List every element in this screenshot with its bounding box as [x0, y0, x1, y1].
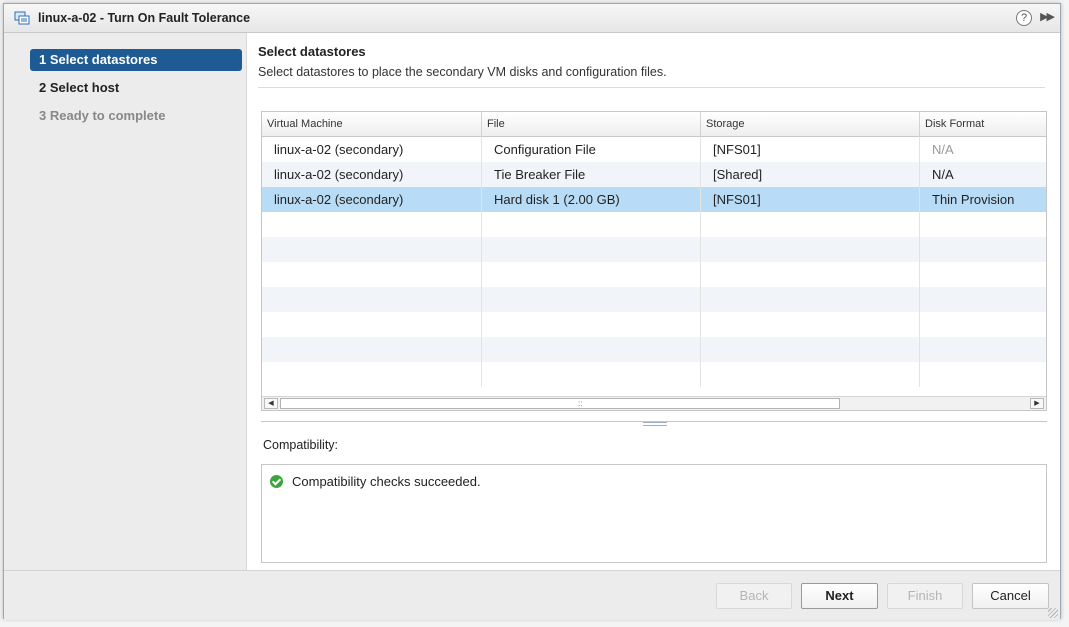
- horizontal-scrollbar[interactable]: ◀ :: ▶: [262, 396, 1046, 410]
- page-description: Select datastores to place the secondary…: [258, 65, 667, 79]
- cell-storage[interactable]: [Shared]: [701, 162, 920, 187]
- dialog-title: linux-a-02 - Turn On Fault Tolerance: [38, 11, 251, 25]
- cell-file: Configuration File: [482, 137, 701, 162]
- scrollbar-thumb[interactable]: ::: [280, 398, 840, 409]
- empty-row: [262, 287, 1046, 312]
- cell-disk-format[interactable]: Thin Provision: [920, 187, 1046, 212]
- cell-file: Hard disk 1 (2.00 GB): [482, 187, 701, 212]
- table-row[interactable]: linux-a-02 (secondary) Configuration Fil…: [262, 137, 1046, 162]
- header-divider: [258, 87, 1045, 88]
- fault-tolerance-dialog: linux-a-02 - Turn On Fault Tolerance ? ▶…: [3, 3, 1061, 620]
- expand-icon[interactable]: ▶▶: [1040, 10, 1055, 23]
- step-ready-to-complete: 3 Ready to complete: [39, 108, 166, 123]
- dialog-titlebar: linux-a-02 - Turn On Fault Tolerance ? ▶…: [4, 4, 1060, 33]
- pane-splitter[interactable]: [261, 421, 1047, 427]
- next-button[interactable]: Next: [801, 583, 878, 609]
- resize-grip-icon[interactable]: [1048, 608, 1058, 618]
- datastore-table: Virtual Machine File Storage Disk Format…: [261, 111, 1047, 411]
- cell-virtual-machine: linux-a-02 (secondary): [262, 162, 482, 187]
- page-title: Select datastores: [258, 44, 366, 59]
- scroll-left-icon[interactable]: ◀: [264, 398, 278, 409]
- compatibility-label: Compatibility:: [263, 438, 339, 452]
- wizard-steps-sidebar: 1 Select datastores 2 Select host 3 Read…: [4, 33, 247, 570]
- column-header-file[interactable]: File: [482, 112, 701, 137]
- table-row[interactable]: linux-a-02 (secondary) Tie Breaker File …: [262, 162, 1046, 187]
- column-header-storage[interactable]: Storage: [701, 112, 920, 137]
- help-icon[interactable]: ?: [1016, 10, 1032, 26]
- scroll-right-icon[interactable]: ▶: [1030, 398, 1044, 409]
- back-button[interactable]: Back: [716, 583, 792, 609]
- compatibility-panel: Compatibility checks succeeded.: [261, 464, 1047, 563]
- cell-disk-format: N/A: [932, 167, 954, 182]
- cell-storage[interactable]: [NFS01]: [701, 187, 920, 212]
- table-header: Virtual Machine File Storage Disk Format: [262, 112, 1046, 137]
- cell-virtual-machine: linux-a-02 (secondary): [262, 187, 482, 212]
- cancel-button[interactable]: Cancel: [972, 583, 1049, 609]
- vm-icon: [14, 11, 30, 25]
- cell-disk-format: N/A: [932, 142, 954, 157]
- empty-row: [262, 212, 1046, 237]
- column-header-virtual-machine[interactable]: Virtual Machine: [262, 112, 482, 137]
- empty-row: [262, 337, 1046, 362]
- splitter-handle[interactable]: [643, 422, 667, 426]
- step-select-host[interactable]: 2 Select host: [30, 77, 242, 99]
- cell-virtual-machine: linux-a-02 (secondary): [262, 137, 482, 162]
- step-select-datastores[interactable]: 1 Select datastores: [30, 49, 242, 71]
- table-row-selected[interactable]: linux-a-02 (secondary) Hard disk 1 (2.00…: [262, 187, 1046, 212]
- cell-file: Tie Breaker File: [482, 162, 701, 187]
- check-success-icon: [270, 475, 283, 488]
- cell-storage[interactable]: [NFS01]: [701, 137, 920, 162]
- column-header-disk-format[interactable]: Disk Format: [920, 112, 1046, 137]
- finish-button[interactable]: Finish: [887, 583, 963, 609]
- wizard-content: Select datastores Select datastores to p…: [247, 33, 1060, 570]
- scrollbar-grip: ::: [578, 399, 583, 408]
- empty-row: [262, 362, 1046, 390]
- dialog-footer: Back Next Finish Cancel: [4, 570, 1060, 620]
- empty-row: [262, 312, 1046, 337]
- empty-row: [262, 262, 1046, 287]
- empty-row: [262, 237, 1046, 262]
- table-body: linux-a-02 (secondary) Configuration Fil…: [262, 137, 1046, 390]
- compatibility-message: Compatibility checks succeeded.: [292, 474, 481, 489]
